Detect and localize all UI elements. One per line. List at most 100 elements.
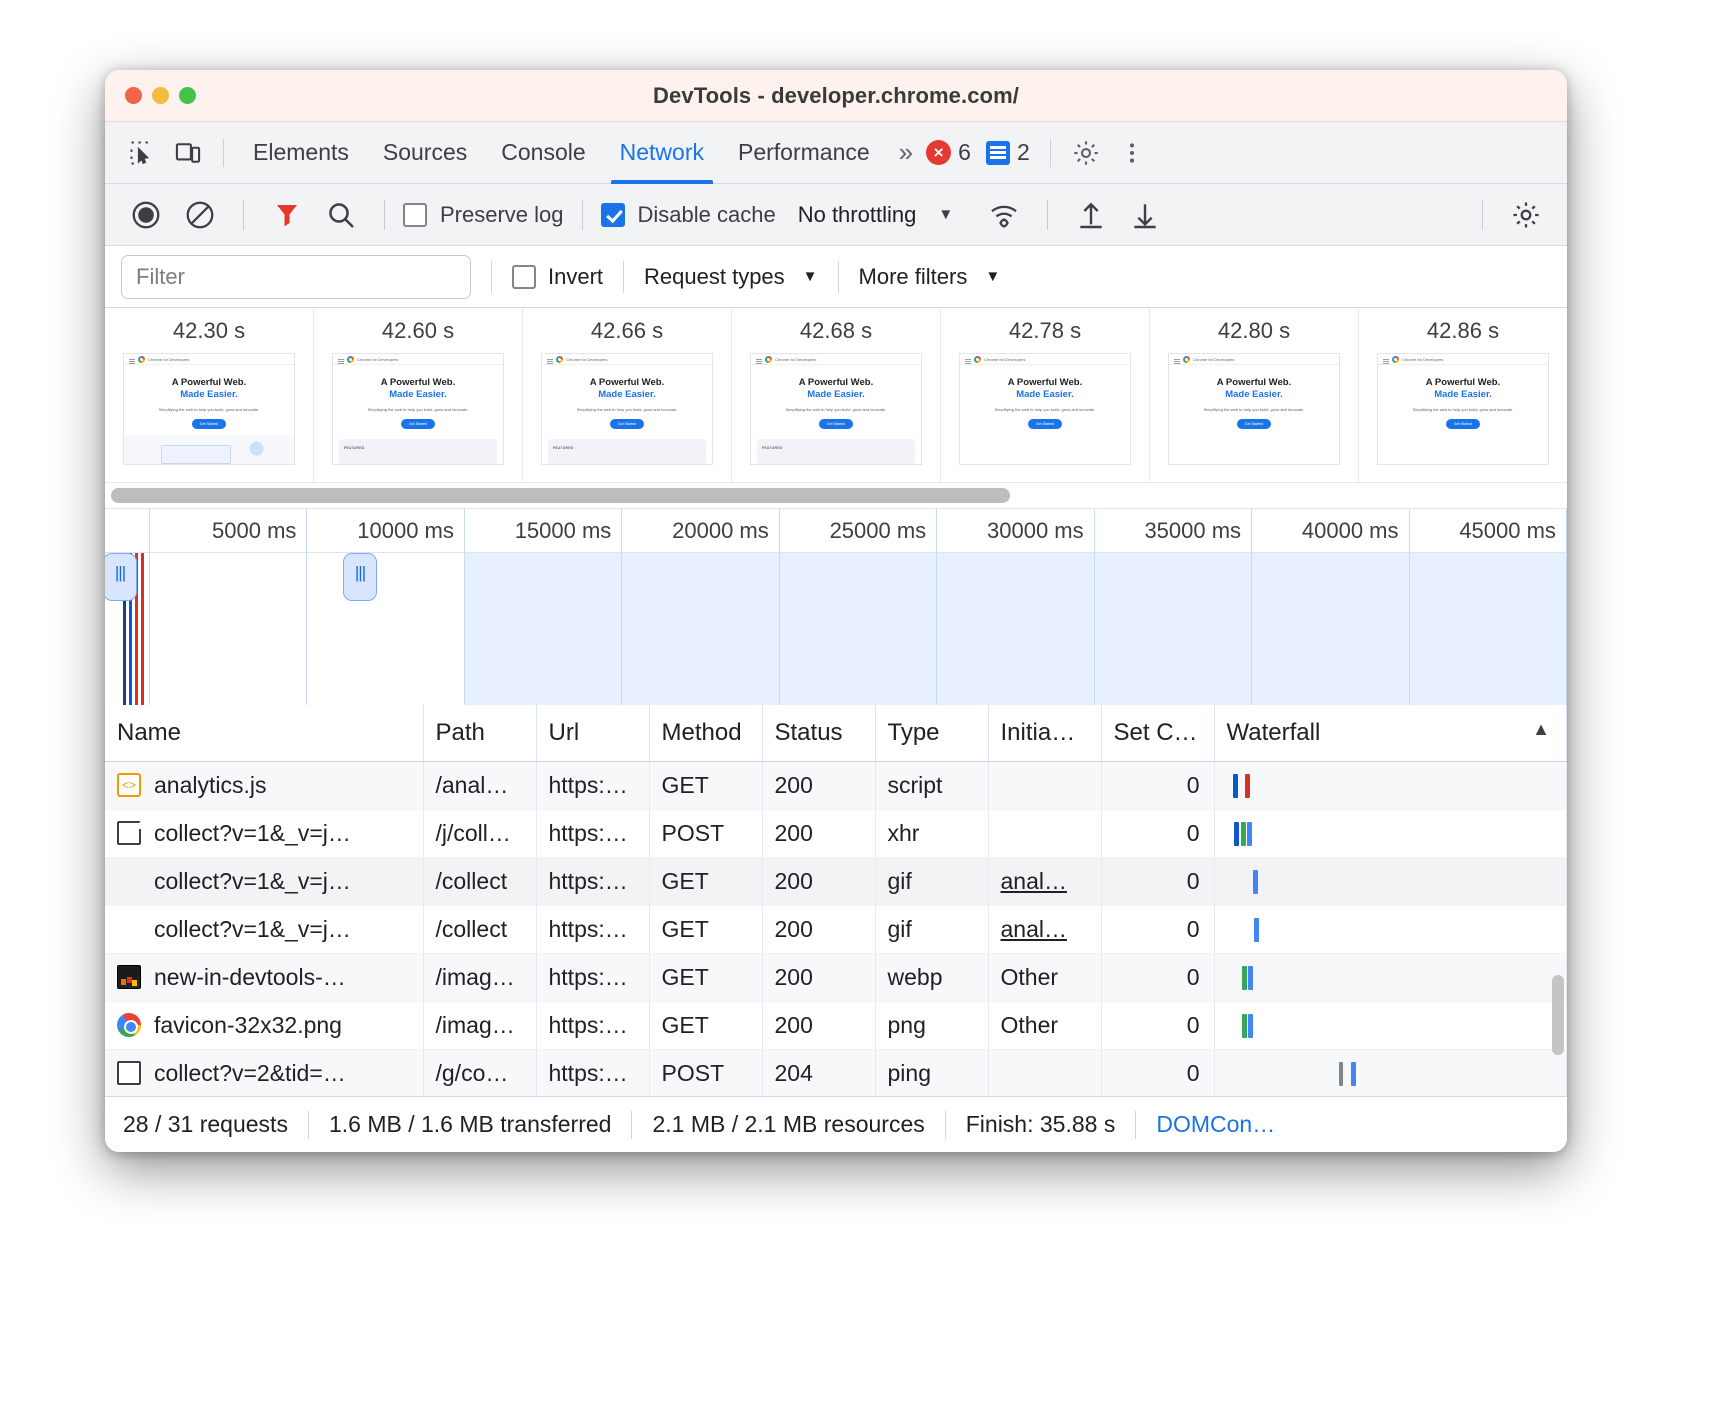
network-conditions-icon[interactable] xyxy=(979,190,1029,240)
cell-set-cookies: 0 xyxy=(1101,905,1214,953)
more-tabs-chevron-icon[interactable]: » xyxy=(887,137,920,168)
cell-path: /imag… xyxy=(423,1001,536,1049)
column-header-waterfall[interactable]: Waterfall ▲ xyxy=(1214,705,1567,761)
clear-icon[interactable] xyxy=(175,190,225,240)
invert-checkbox-box[interactable] xyxy=(512,265,536,289)
search-icon[interactable] xyxy=(316,190,366,240)
filmstrip[interactable]: 42.30 s Chrome for Developers A Powerful… xyxy=(105,308,1567,483)
cell-path: /j/coll… xyxy=(423,809,536,857)
gear-icon[interactable] xyxy=(1063,130,1109,176)
export-har-icon[interactable] xyxy=(1120,190,1170,240)
filter-funnel-icon[interactable] xyxy=(262,190,312,240)
requests-table-wrapper: Name Path Url Method Status Type Initia…… xyxy=(105,705,1567,1105)
filmstrip-thumbnail[interactable]: Chrome for Developers A Powerful Web. Ma… xyxy=(1168,353,1340,465)
timeline-selection-handle-left[interactable] xyxy=(105,553,137,601)
filter-divider-1 xyxy=(491,261,492,293)
filmstrip-frame[interactable]: 42.78 s Chrome for Developers A Powerful… xyxy=(941,308,1150,482)
column-header-set-cookies[interactable]: Set C… xyxy=(1101,705,1214,761)
cell-method: GET xyxy=(649,761,762,809)
warning-count-label: 2 xyxy=(1017,139,1030,166)
cell-name[interactable]: new-in-devtools-… xyxy=(105,953,423,1001)
column-header-name[interactable]: Name xyxy=(105,705,423,761)
column-header-method[interactable]: Method xyxy=(649,705,762,761)
filmstrip-frame[interactable]: 42.30 s Chrome for Developers A Powerful… xyxy=(105,308,314,482)
filmstrip-thumbnail[interactable]: Chrome for Developers A Powerful Web. Ma… xyxy=(750,353,922,465)
table-row[interactable]: new-in-devtools-… /imag… https:… GET 200… xyxy=(105,953,1567,1001)
preserve-log-checkbox-box[interactable] xyxy=(403,203,427,227)
chevron-down-icon[interactable]: ▼ xyxy=(938,206,953,223)
filmstrip-scrollbar[interactable] xyxy=(105,483,1567,509)
filmstrip-thumbnail[interactable]: Chrome for Developers A Powerful Web. Ma… xyxy=(959,353,1131,465)
tab-console[interactable]: Console xyxy=(484,122,602,184)
scrollbar-thumb[interactable] xyxy=(111,488,1010,503)
more-filters-dropdown[interactable]: More filters ▼ xyxy=(859,264,1001,290)
waterfall-bar xyxy=(1242,1014,1247,1038)
tab-performance[interactable]: Performance xyxy=(721,122,887,184)
throttling-select-value[interactable]: No throttling xyxy=(798,202,917,228)
search-input[interactable] xyxy=(121,255,471,299)
filmstrip-frame[interactable]: 42.68 s Chrome for Developers A Powerful… xyxy=(732,308,941,482)
chrome-logo-icon xyxy=(974,356,981,363)
tab-sources[interactable]: Sources xyxy=(366,122,484,184)
disable-cache-checkbox-box[interactable] xyxy=(601,203,625,227)
initiator-link[interactable]: anal… xyxy=(1001,916,1067,942)
filmstrip-thumbnail[interactable]: Chrome for Developers A Powerful Web. Ma… xyxy=(541,353,713,465)
table-row[interactable]: <> analytics.js /anal… https:… GET 200 s… xyxy=(105,761,1567,809)
cell-name[interactable]: collect?v=1&_v=j… xyxy=(105,857,423,905)
import-har-icon[interactable] xyxy=(1066,190,1116,240)
thumb-featured-section xyxy=(548,439,706,465)
cell-initiator[interactable]: anal… xyxy=(988,905,1101,953)
cell-type: ping xyxy=(875,1049,988,1097)
cell-name[interactable]: collect?v=1&_v=j… xyxy=(105,905,423,953)
filmstrip-thumbnail[interactable]: Chrome for Developers A Powerful Web. Ma… xyxy=(123,353,295,465)
tab-network[interactable]: Network xyxy=(603,122,721,184)
column-header-status[interactable]: Status xyxy=(762,705,875,761)
preserve-log-checkbox[interactable]: Preserve log xyxy=(403,202,564,228)
filter-divider-3 xyxy=(838,261,839,293)
device-toolbar-icon[interactable] xyxy=(165,130,211,176)
cell-path: /anal… xyxy=(423,761,536,809)
cell-name[interactable]: <> analytics.js xyxy=(105,761,423,809)
table-row[interactable]: collect?v=1&_v=j… /collect https:… GET 2… xyxy=(105,905,1567,953)
timeline-selection-handle-right[interactable] xyxy=(343,553,377,601)
cell-name[interactable]: collect?v=2&tid=… xyxy=(105,1049,423,1097)
disable-cache-checkbox[interactable]: Disable cache xyxy=(601,202,776,228)
thumb-nav: Chrome for Developers xyxy=(124,354,294,365)
table-row[interactable]: favicon-32x32.png /imag… https:… GET 200… xyxy=(105,1001,1567,1049)
status-divider xyxy=(945,1111,946,1139)
filmstrip-frame[interactable]: 42.86 s Chrome for Developers A Powerful… xyxy=(1359,308,1567,482)
network-settings-gear-icon[interactable] xyxy=(1501,190,1551,240)
record-icon[interactable] xyxy=(121,190,171,240)
request-types-dropdown[interactable]: Request types ▼ xyxy=(644,264,818,290)
cell-name[interactable]: collect?v=1&_v=j… xyxy=(105,809,423,857)
filmstrip-thumbnail[interactable]: Chrome for Developers A Powerful Web. Ma… xyxy=(1377,353,1549,465)
network-overview-timeline[interactable]: 5000 ms 10000 ms 15000 ms 20000 ms 25000… xyxy=(105,509,1567,705)
table-row[interactable]: collect?v=1&_v=j… /j/coll… https:… POST … xyxy=(105,809,1567,857)
table-row[interactable]: collect?v=2&tid=… /g/co… https:… POST 20… xyxy=(105,1049,1567,1097)
filmstrip-frame[interactable]: 42.66 s Chrome for Developers A Powerful… xyxy=(523,308,732,482)
initiator-link[interactable]: anal… xyxy=(1001,868,1067,894)
request-name: collect?v=1&_v=j… xyxy=(154,916,351,943)
filmstrip-frame[interactable]: 42.80 s Chrome for Developers A Powerful… xyxy=(1150,308,1359,482)
cell-initiator: Other xyxy=(988,953,1101,1001)
column-header-path[interactable]: Path xyxy=(423,705,536,761)
message-count-icon[interactable] xyxy=(986,141,1010,165)
column-header-type[interactable]: Type xyxy=(875,705,988,761)
devtools-tab-bar: Elements Sources Console Network Perform… xyxy=(105,122,1567,184)
cell-name[interactable]: favicon-32x32.png xyxy=(105,1001,423,1049)
error-count-icon[interactable]: × xyxy=(926,140,951,165)
kebab-menu-icon[interactable] xyxy=(1109,130,1155,176)
thumb-headline-2: Made Easier. xyxy=(1169,389,1339,400)
column-header-url[interactable]: Url xyxy=(536,705,649,761)
table-vertical-scrollbar[interactable] xyxy=(1552,975,1564,1055)
filmstrip-frame[interactable]: 42.60 s Chrome for Developers A Powerful… xyxy=(314,308,523,482)
tab-elements[interactable]: Elements xyxy=(236,122,366,184)
cell-initiator[interactable]: anal… xyxy=(988,857,1101,905)
request-name: favicon-32x32.png xyxy=(154,1012,342,1039)
toolbar-divider-3 xyxy=(243,200,244,230)
inspect-element-icon[interactable] xyxy=(119,130,165,176)
invert-checkbox[interactable]: Invert xyxy=(512,264,603,290)
column-header-initiator[interactable]: Initia… xyxy=(988,705,1101,761)
table-row[interactable]: collect?v=1&_v=j… /collect https:… GET 2… xyxy=(105,857,1567,905)
filmstrip-thumbnail[interactable]: Chrome for Developers A Powerful Web. Ma… xyxy=(332,353,504,465)
